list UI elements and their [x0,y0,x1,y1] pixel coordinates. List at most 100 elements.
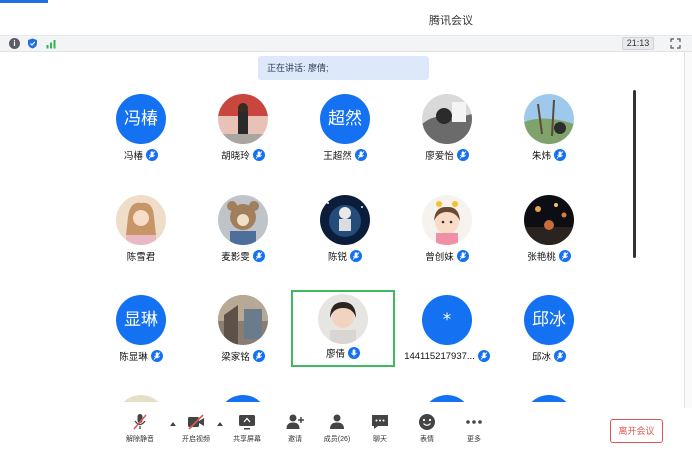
participant-tile[interactable] [90,393,192,402]
add-user-icon [286,414,304,429]
members-icon [330,414,344,429]
participant-tile[interactable]: 超然 王超然 [294,92,396,166]
participant-tile[interactable]: 曾创妹 [396,193,498,267]
title-bar: 腾讯会议 [0,0,692,36]
unmute-button[interactable]: 解除静音 [116,412,164,448]
leave-meeting-button[interactable]: 离开会议 [610,419,663,443]
chat-icon [372,415,388,429]
active-speaker-tile[interactable]: 廖倩 [291,290,395,367]
participant-name: 曾创妹 [425,252,454,263]
avatar [218,295,268,345]
participant-name: 麦影雯 [221,252,250,263]
avatar [116,395,166,402]
meeting-timer: 21:13 [622,37,654,50]
start-video-button[interactable]: 开启视频 [172,412,220,448]
avatar [218,195,268,245]
side-panel-edge [684,52,692,408]
participant-tile[interactable]: 麦影雯 [192,193,294,267]
avatar [318,294,368,344]
grid-scrollbar[interactable] [633,90,636,258]
mic-muted-icon [146,149,158,161]
chat-button[interactable]: 聊天 [356,412,404,448]
participant-name: 冯椿 [123,151,143,162]
participant-name: 陈雪君 [126,252,156,263]
avatar [320,195,370,245]
video-label: 开启视频 [182,436,210,443]
participant-tile[interactable]: 陈雪君 [90,193,192,267]
fullscreen-icon[interactable] [670,38,681,49]
participant-tile[interactable]: 朱炜 [498,92,600,166]
participant-tile[interactable] [396,393,498,402]
mic-muted-icon [354,149,367,161]
avatar [524,195,574,245]
info-icon[interactable]: i [9,38,20,49]
participant-tile[interactable] [498,393,600,402]
invite-label: 邀请 [288,436,302,443]
window-title: 腾讯会议 [429,15,473,27]
mic-on-icon [348,347,360,359]
avatar [218,94,268,144]
participant-name: 廖倩 [325,349,345,360]
participant-tile[interactable]: 廖爱怡 [396,92,498,166]
share-screen-button[interactable]: 共享屏幕 [223,412,271,448]
mic-muted-icon [456,149,469,161]
reactions-label: 表情 [420,436,434,443]
share-screen-icon [239,415,255,430]
chat-label: 聊天 [373,436,387,443]
invite-button[interactable]: 邀请 [271,412,319,448]
more-button[interactable]: 更多 [450,412,498,448]
participant-name: 陈锐 [327,252,347,263]
avatar: 显琳 [116,295,166,345]
mic-muted-icon [554,350,566,362]
avatar: 冯椿 [116,94,166,144]
mic-muted-icon [252,149,265,161]
participant-tile[interactable]: 梁家铭 [192,293,294,367]
participant-tile[interactable]: 邱冰 邱冰 [498,293,600,367]
participant-name: 梁家铭 [221,352,250,363]
emoji-icon [419,414,435,430]
avatar [422,395,472,402]
avatar [524,94,574,144]
participant-tile[interactable]: 冯椿 冯椿 [90,92,192,166]
participant-tile[interactable]: * 144115217937... [396,293,498,367]
mic-muted-icon [477,350,490,362]
mic-muted-icon [252,350,265,362]
participant-tile[interactable]: 张艳桃 [498,193,600,267]
participant-tile[interactable]: 显琳 陈显琳 [90,293,192,367]
unmute-label: 解除静音 [126,436,154,443]
shield-icon[interactable] [27,38,38,49]
participant-tile[interactable] [192,393,294,402]
meeting-toolbar: 解除静音 开启视频 共享屏幕 邀请 成员(26) 聊天 表情 更多 [0,408,692,452]
signal-icon[interactable] [46,38,57,49]
avatar [422,94,472,144]
mic-muted-icon [456,250,469,262]
members-label: 成员(26) [323,436,351,443]
video-off-icon [188,414,204,430]
status-bar: i 21:13 [0,36,692,52]
share-label: 共享屏幕 [233,436,261,443]
avatar: 超然 [320,94,370,144]
participant-name: 廖爱怡 [425,151,454,162]
active-speaker-banner: 正在讲话: 廖倩; [258,56,429,80]
participant-tile[interactable]: 胡晓玲 [192,92,294,166]
mic-muted-icon [554,149,566,161]
avatar [218,395,268,402]
mic-muted-icon [150,350,163,362]
participant-tile[interactable]: 陈锐 [294,193,396,267]
avatar: * [422,295,472,345]
participant-name: 王超然 [323,151,352,162]
mic-muted-icon [558,250,571,262]
participant-name: 陈显琳 [119,352,148,363]
more-label: 更多 [467,436,481,443]
reactions-button[interactable]: 表情 [403,412,451,448]
mic-muted-icon [350,250,362,262]
avatar [116,195,166,245]
participant-name: 张艳桃 [527,252,556,263]
participant-grid: 冯椿 冯椿 胡晓玲 超然 王超然 廖爱怡 朱炜 陈雪君 麦影雯 陈锐 曾创妹 张… [90,92,610,402]
participant-name: 144115217937... [404,350,475,362]
members-button[interactable]: 成员(26) [313,412,361,448]
mic-off-icon [133,414,147,430]
tab-accent [0,0,48,3]
participant-name: 邱冰 [531,352,551,363]
more-icon [466,420,482,424]
